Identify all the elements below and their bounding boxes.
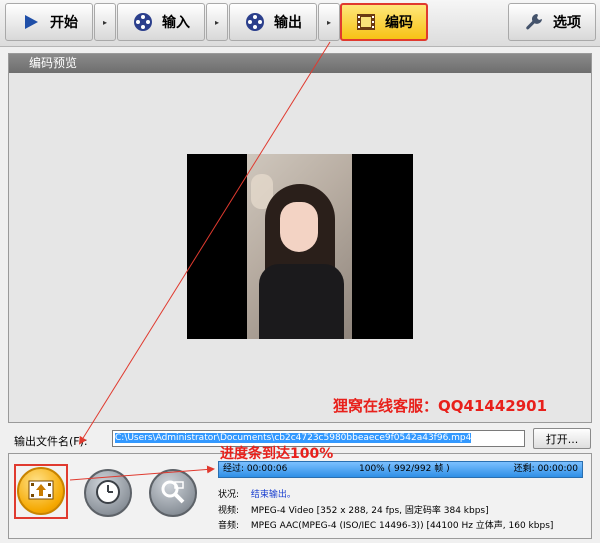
options-tab-label: 选项 xyxy=(553,15,581,31)
video-preview xyxy=(187,154,413,339)
status-row: 状况: 结束输出。 xyxy=(218,487,296,500)
separator-arrow: ▸ xyxy=(206,3,228,41)
output-filename-label: 输出文件名(F): xyxy=(14,435,88,448)
encode-tab[interactable]: 编码 xyxy=(340,3,428,41)
options-tab[interactable]: 选项 xyxy=(508,3,596,41)
schedule-button[interactable] xyxy=(84,469,132,517)
film-strip-icon xyxy=(355,11,377,33)
output-tab-label: 输出 xyxy=(274,15,302,31)
audio-value: MPEG AAC(MPEG-4 (ISO/IEC 14496-3)) [4410… xyxy=(250,521,554,531)
play-icon xyxy=(20,11,42,33)
video-frame xyxy=(247,154,352,339)
video-label: 视频: xyxy=(218,506,240,516)
encode-preview-panel: 编码预览 xyxy=(8,53,592,423)
film-upload-icon xyxy=(28,478,54,505)
input-tab[interactable]: 输入 xyxy=(117,3,205,41)
output-filename-value: C:\Users\Administrator\Documents\cb2c472… xyxy=(115,433,472,443)
separator-arrow: ▸ xyxy=(318,3,340,41)
promo-text: 狸窝在线客服：QQ41442901 xyxy=(333,397,547,415)
output-tab[interactable]: 输出 xyxy=(229,3,317,41)
start-tab[interactable]: 开始 xyxy=(5,3,93,41)
person-body xyxy=(259,264,344,339)
input-tab-label: 输入 xyxy=(162,15,190,31)
remaining-time: 还剩: 00:00:00 xyxy=(513,464,578,474)
search-output-button[interactable] xyxy=(149,469,197,517)
open-button[interactable]: 打开... xyxy=(533,428,591,449)
video-value: MPEG-4 Video [352 x 288, 24 fps, 固定码率 38… xyxy=(250,506,489,516)
magnifier-icon xyxy=(159,478,187,509)
main-toolbar: 开始 ▸ 输入 ▸ 输出 ▸ 编码 选项 xyxy=(0,0,600,47)
encode-tab-label: 编码 xyxy=(385,15,413,31)
audio-label: 音频: xyxy=(218,521,240,531)
progress-annotation: 进度条到达100% xyxy=(220,446,334,462)
panel-title: 编码预览 xyxy=(9,54,591,73)
start-encode-button[interactable] xyxy=(17,467,65,515)
elapsed-time: 经过: 00:00:06 xyxy=(223,464,288,474)
audio-info-row: 音频: MPEG AAC(MPEG-4 (ISO/IEC 14496-3)) [… xyxy=(218,518,553,531)
film-reel-icon xyxy=(244,11,266,33)
encode-progress-bar: 经过: 00:00:06 100% ( 992/992 帧 ) 还剩: 00:0… xyxy=(218,461,583,478)
person-face xyxy=(280,202,318,252)
film-reel-icon xyxy=(132,11,154,33)
video-info-row: 视频: MPEG-4 Video [352 x 288, 24 fps, 固定码… xyxy=(218,503,489,516)
start-tab-label: 开始 xyxy=(50,15,78,31)
status-label: 状况: xyxy=(218,490,240,500)
wrench-icon xyxy=(523,11,545,33)
status-value: 结束输出。 xyxy=(250,490,296,500)
clock-icon xyxy=(95,479,121,508)
frame-count: 100% ( 992/992 帧 ) xyxy=(359,464,450,474)
separator-arrow: ▸ xyxy=(94,3,116,41)
